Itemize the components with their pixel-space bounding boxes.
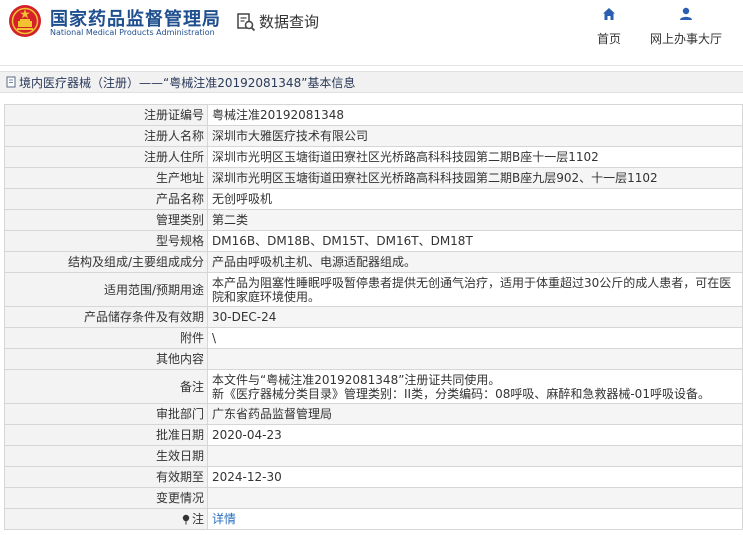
data-query-label: 数据查询 (259, 13, 320, 31)
nav-home-label: 首页 (597, 32, 622, 46)
other-content-value (207, 348, 743, 370)
product-name-value: 无创呼吸机 (207, 188, 743, 210)
field-label: 生效日期 (4, 445, 208, 467)
field-label: 其他内容 (4, 348, 208, 370)
table-row: 产品储存条件及有效期 30-DEC-24 (4, 306, 743, 328)
field-label: 产品储存条件及有效期 (4, 306, 208, 328)
field-label: 审批部门 (4, 403, 208, 425)
nav-online-service-hall-label: 网上办事大厅 (650, 32, 723, 46)
site-title-english: National Medical Products Administration (50, 28, 215, 37)
effective-date-value (207, 445, 743, 467)
table-row: 有效期至 2024-12-30 (4, 466, 743, 488)
user-icon (680, 7, 692, 20)
table-row: 注册人住所 深圳市光明区玉塘街道田寮社区光桥路高科科技园第二期B座十一层1102 (4, 146, 743, 168)
attachment-value: \ (207, 327, 743, 349)
document-icon (6, 76, 16, 88)
field-label: 生产地址 (4, 167, 208, 189)
field-label: 附件 (4, 327, 208, 349)
expiry-date-value: 2024-12-30 (207, 466, 743, 488)
registrant-address-value: 深圳市光明区玉塘街道田寮社区光桥路高科科技园第二期B座十一层1102 (207, 146, 743, 168)
field-label: 批准日期 (4, 424, 208, 446)
table-row: 备注 本文件与“粤械注准20192081348”注册证共同使用。 新《医疗器械分… (4, 369, 743, 404)
table-row: 其他内容 (4, 348, 743, 370)
table-row: 型号规格 DM16B、DM18B、DM15T、DM16T、DM18T (4, 230, 743, 252)
field-label: 产品名称 (4, 188, 208, 210)
field-label: 注 (191, 512, 204, 526)
details-link[interactable]: 详情 (212, 512, 236, 526)
document-search-icon (237, 12, 256, 31)
field-label: 注册证编号 (4, 104, 208, 126)
table-row: 产品名称 无创呼吸机 (4, 188, 743, 210)
national-emblem-icon (9, 5, 41, 37)
pushpin-icon (182, 514, 190, 525)
intended-use-value: 本产品为阻塞性睡眠呼吸暂停患者提供无创通气治疗，适用于体重超过30公斤的成人患者… (207, 272, 743, 307)
field-label: 型号规格 (4, 230, 208, 252)
management-category-value: 第二类 (207, 209, 743, 231)
model-spec-value: DM16B、DM18B、DM15T、DM16T、DM18T (207, 230, 743, 252)
nav-online-service-hall[interactable]: 网上办事大厅 (650, 6, 722, 47)
field-label: 备注 (4, 369, 208, 404)
table-row: 管理类别 第二类 (4, 209, 743, 231)
approval-department-value: 广东省药品监督管理局 (207, 403, 743, 425)
field-label: 适用范围/预期用途 (4, 272, 208, 307)
site-header: 国家药品监督管理局 National Medical Products Admi… (0, 0, 743, 66)
field-label: 变更情况 (4, 487, 208, 509)
record-title: 境内医疗器械（注册）——“粤械注准20192081348”基本信息 (19, 75, 356, 90)
approval-date-value: 2020-04-23 (207, 424, 743, 446)
table-row: 附件 \ (4, 327, 743, 349)
home-icon (603, 8, 615, 20)
record-title-bar: 境内医疗器械（注册）——“粤械注准20192081348”基本信息 (0, 71, 743, 93)
table-row: 生产地址 深圳市光明区玉塘街道田寮社区光桥路高科科技园第二期B座九层902、十一… (4, 167, 743, 189)
field-label: 注册人住所 (4, 146, 208, 168)
table-row: 结构及组成/主要组成成分 产品由呼吸机主机、电源适配器组成。 (4, 251, 743, 273)
table-row: 注 详情 (4, 508, 743, 530)
field-label: 结构及组成/主要组成成分 (4, 251, 208, 273)
structure-composition-value: 产品由呼吸机主机、电源适配器组成。 (207, 251, 743, 273)
remarks-line-2: 新《医疗器械分类目录》管理类别：II类，分类编码：08呼吸、麻醉和急救器械-01… (212, 386, 710, 401)
field-label: 有效期至 (4, 466, 208, 488)
remarks-value: 本文件与“粤械注准20192081348”注册证共同使用。 新《医疗器械分类目录… (207, 369, 743, 404)
table-row: 注册证编号 粤械注准20192081348 (4, 104, 743, 126)
storage-validity-value: 30-DEC-24 (207, 306, 743, 328)
table-row: 审批部门 广东省药品监督管理局 (4, 403, 743, 425)
remarks-line-1: 本文件与“粤械注准20192081348”注册证共同使用。 (212, 372, 501, 387)
device-info-table: 注册证编号 粤械注准20192081348 注册人名称 深圳市大雅医疗技术有限公… (4, 104, 743, 530)
registration-number-value: 粤械注准20192081348 (207, 104, 743, 126)
table-row: 注册人名称 深圳市大雅医疗技术有限公司 (4, 125, 743, 147)
nav-home[interactable]: 首页 (597, 6, 621, 47)
table-row: 适用范围/预期用途 本产品为阻塞性睡眠呼吸暂停患者提供无创通气治疗，适用于体重超… (4, 272, 743, 307)
table-row: 批准日期 2020-04-23 (4, 424, 743, 446)
table-row: 变更情况 (4, 487, 743, 509)
table-row: 生效日期 (4, 445, 743, 467)
note-label-cell: 注 (4, 508, 208, 530)
production-address-value: 深圳市光明区玉塘街道田寮社区光桥路高科科技园第二期B座九层902、十一层1102 (207, 167, 743, 189)
registrant-name-value: 深圳市大雅医疗技术有限公司 (207, 125, 743, 147)
field-label: 管理类别 (4, 209, 208, 231)
note-value: 详情 (207, 508, 743, 530)
change-status-value (207, 487, 743, 509)
data-query-menu[interactable]: 数据查询 (236, 11, 319, 32)
field-label: 注册人名称 (4, 125, 208, 147)
